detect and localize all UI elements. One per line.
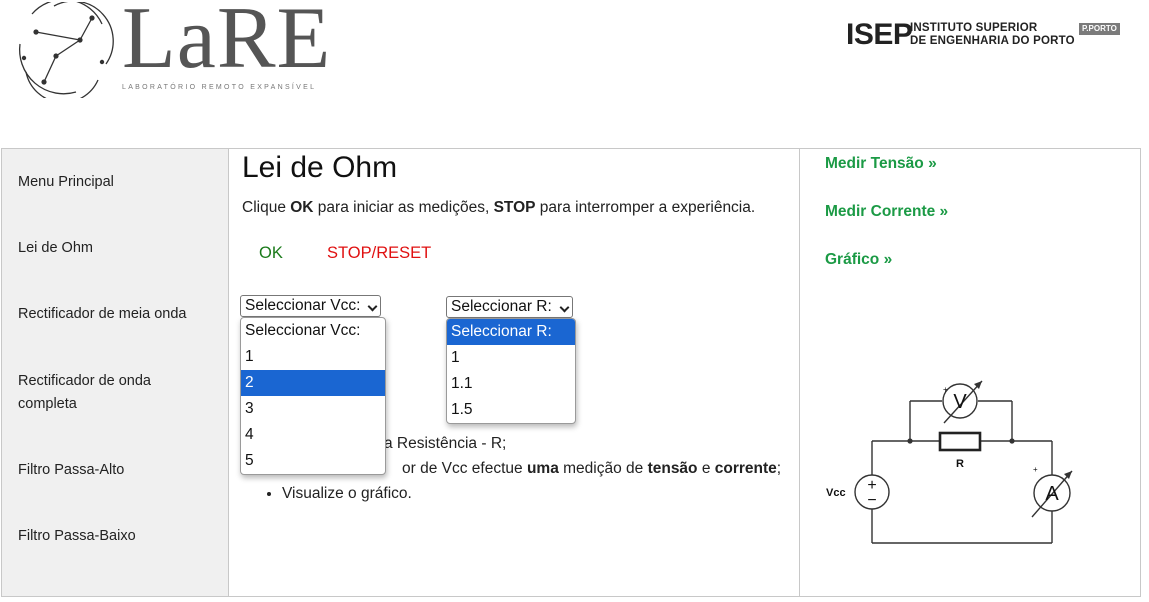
- ohm-law-circuit-diagram: V A R Vcc + − + +: [826, 380, 1073, 544]
- isep-line-1: INSTITUTO SUPERIOR: [910, 22, 1038, 34]
- ammeter-label: A: [1045, 483, 1059, 505]
- vcc-option[interactable]: 4: [241, 422, 385, 448]
- instructions-stop-keyword: STOP: [493, 199, 536, 216]
- sidebar-item-lei-de-ohm[interactable]: Lei de Ohm: [18, 237, 218, 260]
- vcc-option[interactable]: 5: [241, 448, 385, 474]
- sidebar-item-rectificador-meia-onda[interactable]: Rectificador de meia onda: [18, 303, 218, 326]
- chevron-down-icon: [559, 302, 570, 313]
- graph-link[interactable]: Gráfico »: [825, 251, 892, 269]
- chevron-down-icon: [368, 301, 378, 312]
- step-text: medição de: [558, 460, 648, 477]
- voltmeter-label: V: [953, 391, 967, 413]
- sidebar-item-menu-principal[interactable]: Menu Principal: [18, 171, 218, 194]
- main-content: Lei de Ohm Clique OK para iniciar as med…: [229, 149, 799, 596]
- source-label: Vcc: [826, 487, 846, 499]
- vcc-option-highlighted[interactable]: 2: [241, 370, 385, 396]
- vcc-option[interactable]: 1: [241, 344, 385, 370]
- instructions-part: para iniciar as medições,: [313, 199, 494, 216]
- vcc-select[interactable]: Seleccionar Vcc:: [240, 295, 382, 317]
- content-frame: Menu Principal Lei de Ohm Rectificador d…: [1, 148, 1141, 597]
- vcc-dropdown-list: Seleccionar Vcc: 1 2 3 4 5: [240, 317, 386, 475]
- resistance-option[interactable]: 1: [447, 345, 575, 371]
- minus-sign: −: [867, 492, 876, 509]
- logo-subtitle: LABORATÓRIO REMOTO EXPANSÍVEL: [122, 84, 317, 91]
- instructions-ok-keyword: OK: [290, 199, 314, 216]
- page-title: Lei de Ohm: [242, 151, 398, 184]
- step-bold: uma: [526, 460, 559, 477]
- page-header: LaRE LABORATÓRIO REMOTO EXPANSÍVEL ISEP …: [0, 0, 1149, 148]
- step-text: Visualize o gráfico.: [282, 485, 412, 502]
- isep-mark: ISEP: [846, 18, 913, 51]
- measurements-panel: Medir Tensão » Medir Corrente » Gráfico …: [799, 149, 1140, 596]
- resistance-select[interactable]: Seleccionar R:: [446, 296, 573, 318]
- logo-wordmark: LaRE: [122, 0, 332, 87]
- resistance-option-highlighted[interactable]: Seleccionar R:: [447, 319, 575, 345]
- step-text: or de Vcc efectue: [402, 460, 527, 477]
- ammeter-plus: +: [1033, 465, 1038, 474]
- measure-voltage-link[interactable]: Medir Tensão »: [825, 155, 937, 173]
- sidebar-item-filtro-passa-alto[interactable]: Filtro Passa-Alto: [18, 459, 218, 482]
- step-text: ;: [776, 460, 782, 477]
- resistor-symbol: [938, 431, 982, 452]
- sidebar-item-filtro-passa-baixo[interactable]: Filtro Passa-Baixo: [18, 525, 218, 548]
- sidebar-item-rectificador-onda-completa[interactable]: Rectificador de onda completa: [18, 370, 188, 416]
- resistance-option[interactable]: 1.5: [447, 397, 575, 423]
- isep-line-2: DE ENGENHARIA DO PORTO: [910, 35, 1075, 47]
- lare-logo[interactable]: LaRE LABORATÓRIO REMOTO EXPANSÍVEL: [14, 0, 354, 98]
- sidebar: Menu Principal Lei de Ohm Rectificador d…: [2, 149, 229, 596]
- step-text: a Resistência - R;: [384, 435, 507, 452]
- network-circles-icon: [18, 2, 114, 98]
- step-bold: corrente: [714, 460, 777, 477]
- measure-current-link[interactable]: Medir Corrente »: [825, 203, 948, 221]
- step-text: e: [697, 460, 715, 477]
- voltmeter-plus: +: [943, 385, 948, 394]
- vcc-option[interactable]: 3: [241, 396, 385, 422]
- resistance-select-value: Seleccionar R:: [451, 298, 552, 315]
- instructions-part: Clique: [242, 199, 291, 216]
- vcc-select-value: Seleccionar Vcc:: [245, 297, 361, 314]
- ok-button[interactable]: OK: [259, 244, 283, 263]
- resistance-option[interactable]: 1.1: [447, 371, 575, 397]
- resistance-dropdown-list: Seleccionar R: 1 1.1 1.5: [446, 318, 576, 424]
- step-bold: tensão: [647, 460, 698, 477]
- resistor-label: R: [956, 458, 964, 470]
- isep-institution-name: INSTITUTO SUPERIOR DE ENGENHARIA DO PORT…: [910, 22, 1075, 48]
- instructions-part: para interromper a experiência.: [535, 199, 756, 216]
- step-item: Visualize o gráfico.: [282, 481, 802, 506]
- pporto-badge: P.PORTO: [1079, 23, 1120, 35]
- instructions-text: Clique OK para iniciar as medições, STOP…: [242, 199, 755, 217]
- vcc-option[interactable]: Seleccionar Vcc:: [241, 318, 385, 344]
- stop-reset-button[interactable]: STOP/RESET: [327, 244, 431, 263]
